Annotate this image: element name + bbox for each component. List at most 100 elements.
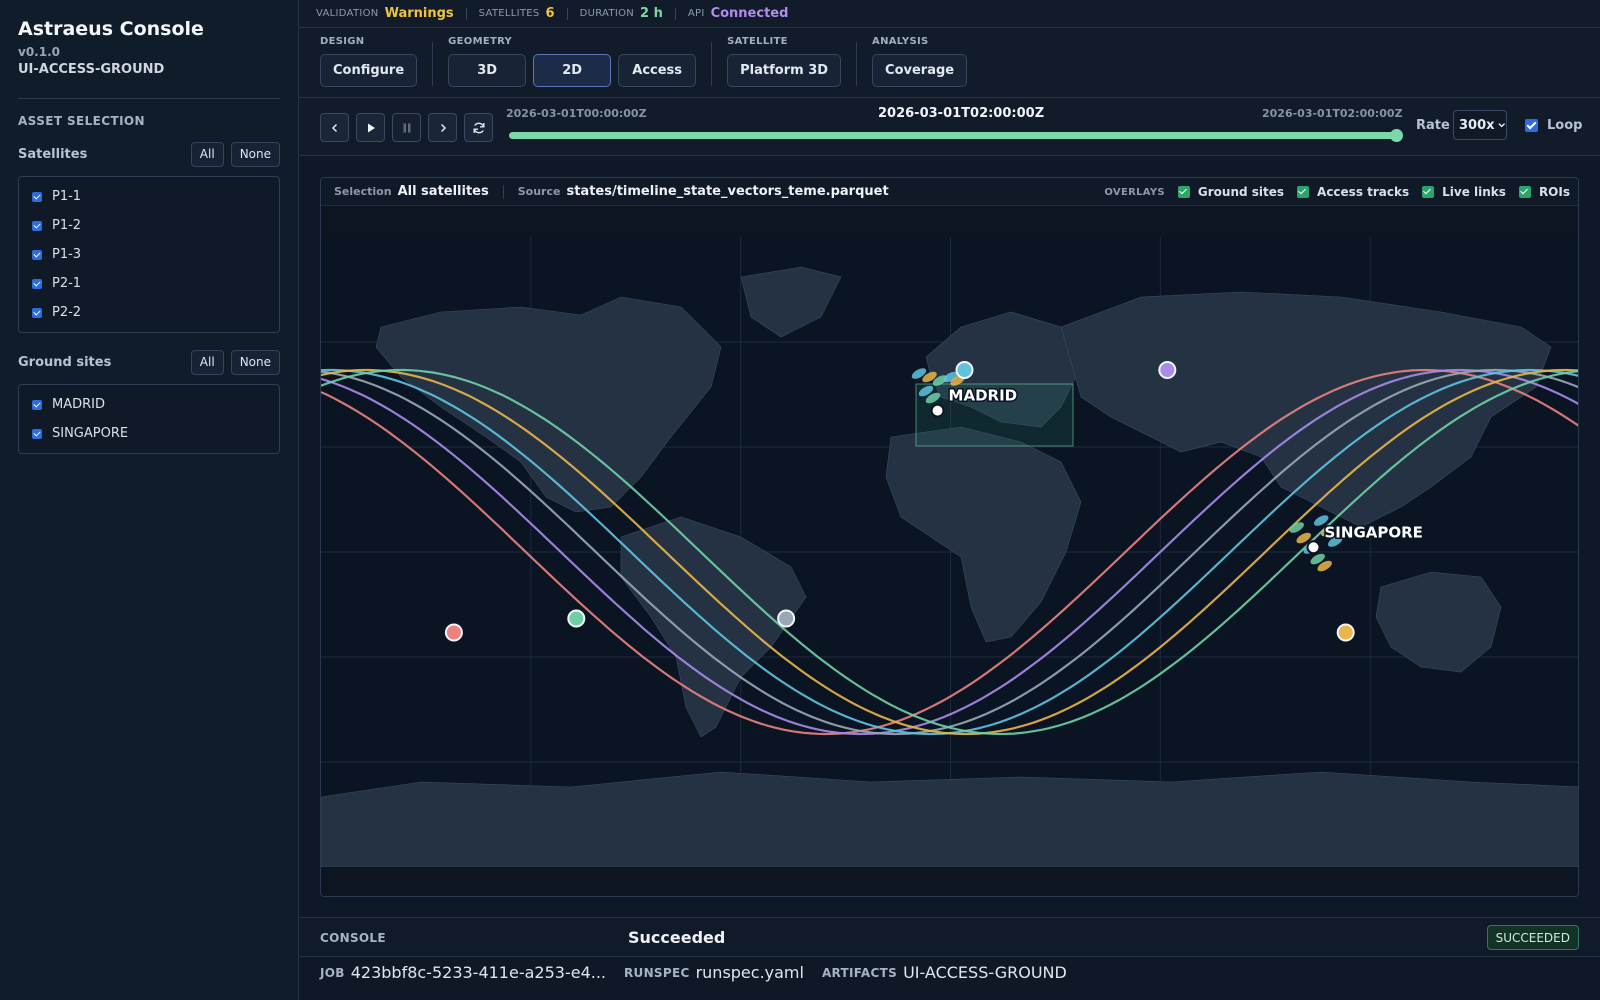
api-value: Connected xyxy=(710,6,789,21)
refresh-button[interactable] xyxy=(464,113,493,142)
checkbox[interactable] xyxy=(1422,186,1435,198)
checkbox[interactable] xyxy=(1518,186,1531,198)
satellite-marker xyxy=(444,623,463,642)
satellite-marker xyxy=(955,361,974,379)
checkbox[interactable] xyxy=(32,428,42,439)
satellites-count-label: SATELLITES xyxy=(478,8,540,19)
toolbar-separator xyxy=(432,42,434,86)
satellite-item-p1-1[interactable]: P1-1 xyxy=(19,182,279,211)
checkbox[interactable] xyxy=(32,278,42,289)
rate-label: Rate xyxy=(1416,118,1450,133)
coverage-button[interactable]: Coverage xyxy=(872,54,968,87)
overlay-rois[interactable]: ROIs xyxy=(1518,185,1570,199)
toolbar-separator xyxy=(856,42,858,86)
satellites-all-button[interactable]: All xyxy=(190,141,224,167)
overlay-label: Access tracks xyxy=(1317,185,1410,199)
access-button[interactable]: Access xyxy=(618,54,697,87)
checkbox[interactable] xyxy=(32,307,42,318)
overlay-ground-sites[interactable]: Ground sites xyxy=(1177,185,1285,199)
satellites-count-value: 6 xyxy=(545,6,555,21)
satellite-group: SATELLITE Platform 3D xyxy=(727,36,842,87)
status-bar: VALIDATION Warnings SATELLITES 6 DURATIO… xyxy=(299,0,1600,28)
satellite-item-p1-2[interactable]: P1-2 xyxy=(19,211,279,240)
overlay-label: Ground sites xyxy=(1197,185,1285,199)
satellite-item-p1-3[interactable]: P1-3 xyxy=(19,240,279,269)
ground-sites-group-header: Ground sites All None xyxy=(18,349,280,375)
design-group: DESIGN Configure xyxy=(320,36,418,87)
refresh-icon xyxy=(473,122,484,133)
artifacts-label: ARTIFACTS xyxy=(821,965,898,980)
console-label: CONSOLE xyxy=(320,931,386,945)
satellites-group-header: Satellites All None xyxy=(18,141,280,167)
overlay-live-links[interactable]: Live links xyxy=(1422,185,1506,199)
step-forward-icon xyxy=(440,123,446,132)
duration-label: DURATION xyxy=(579,8,635,19)
satellites-list: P1-1 P1-2 P1-3 P2-1 P2-2 xyxy=(18,176,280,333)
status-separator xyxy=(566,7,568,20)
satellites-none-button[interactable]: None xyxy=(230,141,280,167)
checkbox[interactable] xyxy=(32,220,42,231)
sidebar: Astraeus Console v0.1.0 UI-ACCESS-GROUND… xyxy=(0,0,299,1000)
ground-site-item-singapore[interactable]: SINGAPORE xyxy=(19,419,279,448)
3d-button[interactable]: 3D xyxy=(448,54,527,87)
toolbar: DESIGN Configure GEOMETRY 3D 2D Access S… xyxy=(299,28,1600,98)
checkbox[interactable] xyxy=(32,399,42,410)
ground-sites-label: Ground sites xyxy=(18,354,112,370)
current-time: 2026-03-01T02:00:00Z xyxy=(878,106,1045,121)
ground-site-label: MADRID xyxy=(949,387,1018,405)
satellite-marker xyxy=(1158,361,1177,379)
validation-value: Warnings xyxy=(384,6,454,21)
satellite-title: SATELLITE xyxy=(727,36,788,47)
satellite-marker xyxy=(567,609,586,628)
api-label: API xyxy=(687,8,705,19)
overlay-access-tracks[interactable]: Access tracks xyxy=(1297,185,1409,199)
loop-checkbox[interactable] xyxy=(1525,119,1538,132)
satellite-marker xyxy=(777,609,796,628)
status-separator xyxy=(674,7,676,20)
configure-button[interactable]: Configure xyxy=(320,54,418,87)
rate-select[interactable]: 300x xyxy=(1453,110,1507,140)
satellite-label: P2-1 xyxy=(52,276,82,291)
app-version: v0.1.0 xyxy=(18,45,60,59)
playback-bar: 2026-03-01T00:00:00Z 2026-03-01T02:00:00… xyxy=(299,98,1600,156)
ground-sites-list: MADRID SINGAPORE xyxy=(18,384,280,454)
ground-sites-all-button[interactable]: All xyxy=(190,349,224,375)
world-map[interactable]: MADRID SINGAPORE xyxy=(321,237,1579,867)
ground-sites-none-button[interactable]: None xyxy=(230,349,280,375)
end-time: 2026-03-01T02:00:00Z xyxy=(1262,107,1403,120)
antarctica xyxy=(321,771,1578,867)
pause-button[interactable] xyxy=(392,113,421,142)
rate-value: 300x xyxy=(1459,117,1495,133)
start-time: 2026-03-01T00:00:00Z xyxy=(506,107,647,120)
analysis-title: ANALYSIS xyxy=(872,36,929,47)
console-status: Succeeded xyxy=(628,928,726,947)
sidebar-divider xyxy=(18,98,280,99)
validation-label: VALIDATION xyxy=(316,8,379,19)
satellite-item-p2-2[interactable]: P2-2 xyxy=(19,298,279,327)
ground-site-label: SINGAPORE xyxy=(52,426,129,441)
geometry-title: GEOMETRY xyxy=(448,36,513,47)
checkbox[interactable] xyxy=(1297,186,1310,198)
step-back-button[interactable] xyxy=(320,113,349,142)
checkbox[interactable] xyxy=(32,191,42,202)
step-forward-button[interactable] xyxy=(428,113,457,142)
checkbox[interactable] xyxy=(32,249,42,260)
ground-site-item-madrid[interactable]: MADRID xyxy=(19,390,279,419)
satellite-marker xyxy=(1336,623,1355,642)
timeline-handle[interactable] xyxy=(1390,129,1403,142)
status-badge: SUCCEEDED xyxy=(1486,925,1579,950)
status-separator xyxy=(465,7,467,20)
duration-value: 2 h xyxy=(640,6,663,21)
platform-3d-button[interactable]: Platform 3D xyxy=(727,54,842,87)
play-button[interactable] xyxy=(356,113,385,142)
checkbox[interactable] xyxy=(1177,186,1190,198)
main-area: VALIDATION Warnings SATELLITES 6 DURATIO… xyxy=(299,0,1600,1000)
satellite-item-p2-1[interactable]: P2-1 xyxy=(19,269,279,298)
timeline-slider[interactable] xyxy=(509,129,1403,142)
map-header: Selection All satellites Source states/t… xyxy=(321,178,1578,206)
artifacts-value: UI-ACCESS-GROUND xyxy=(903,963,1067,982)
design-title: DESIGN xyxy=(320,36,365,47)
selection-label: Selection xyxy=(334,185,392,198)
2d-button[interactable]: 2D xyxy=(533,54,612,87)
job-value: 423bbf8c-5233-411e-a253-e4... xyxy=(350,963,606,982)
